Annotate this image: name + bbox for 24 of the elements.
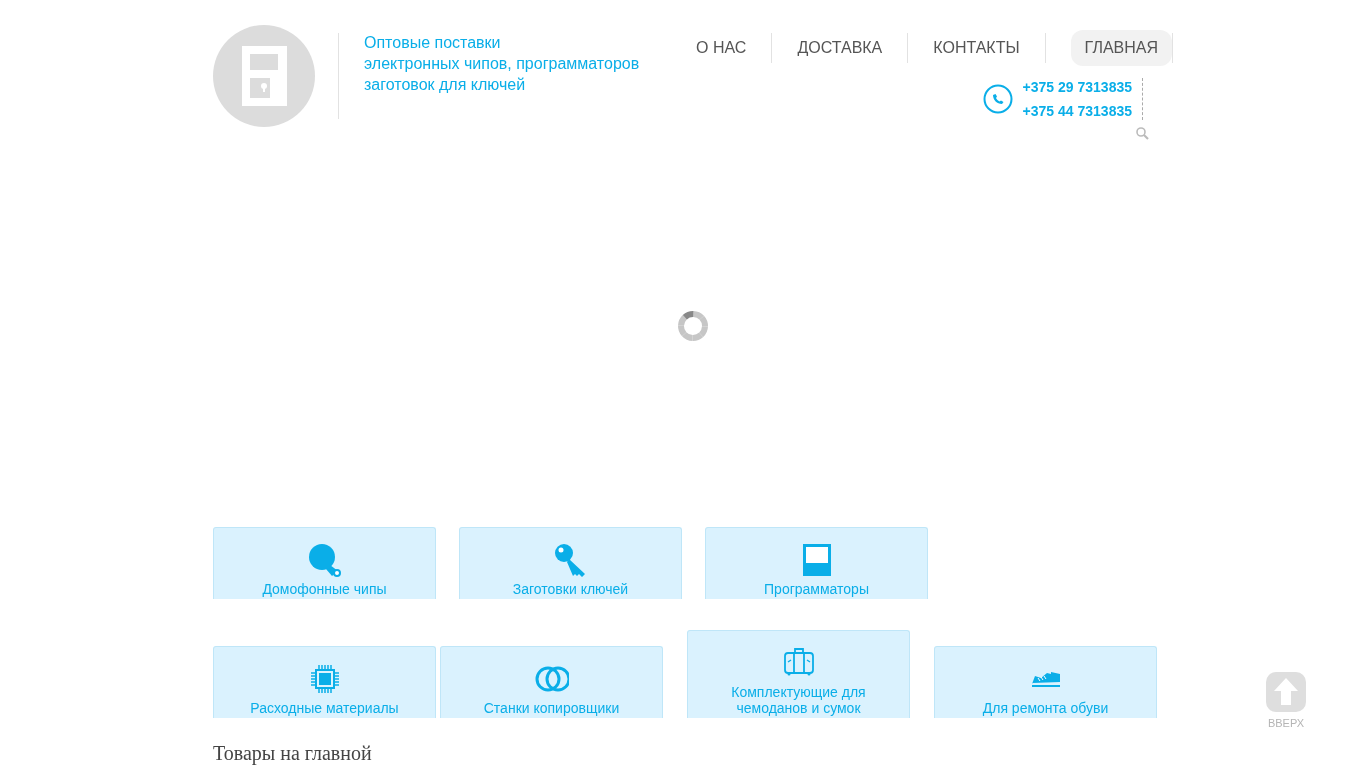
category-tile[interactable]: Для ремонта обуви: [934, 646, 1157, 718]
tagline-line: электронных чипов, программаторов: [364, 54, 641, 74]
search-icon[interactable]: [1136, 127, 1149, 140]
section-title: Товары на главной: [213, 742, 373, 765]
phone-icon: [982, 84, 1013, 114]
category-tile[interactable]: Станки копировщики: [440, 646, 663, 718]
phone-number[interactable]: +375 29 7313835: [1022, 78, 1132, 96]
category-tile[interactable]: Расходные материалы: [213, 646, 436, 718]
category-tile[interactable]: Домофонные чипы: [213, 527, 436, 599]
phone-number[interactable]: +375 44 7313835: [1022, 102, 1132, 120]
nav-link[interactable]: КОНТАКТЫ: [908, 30, 1045, 66]
logo-icon[interactable]: [213, 25, 315, 127]
category-icon: [307, 543, 342, 577]
category-tile[interactable]: Комплектующие для чемоданов и сумок: [687, 630, 910, 718]
category-tile[interactable]: Заготовки ключей: [459, 527, 682, 599]
nav-link[interactable]: ДОСТАВКА: [772, 30, 908, 66]
category-tile[interactable]: Программаторы: [705, 527, 928, 599]
nav-link[interactable]: ГЛАВНАЯ: [1070, 30, 1172, 66]
tagline-line: Оптовые поставки: [364, 33, 502, 53]
tagline-line: заготовок для ключей: [364, 75, 527, 95]
category-icon: [553, 543, 588, 577]
loading-spinner-icon: [677, 310, 709, 342]
nav-link[interactable]: О НАС: [671, 30, 772, 66]
back-to-top-button[interactable]: ВВЕРХ: [1266, 672, 1306, 729]
